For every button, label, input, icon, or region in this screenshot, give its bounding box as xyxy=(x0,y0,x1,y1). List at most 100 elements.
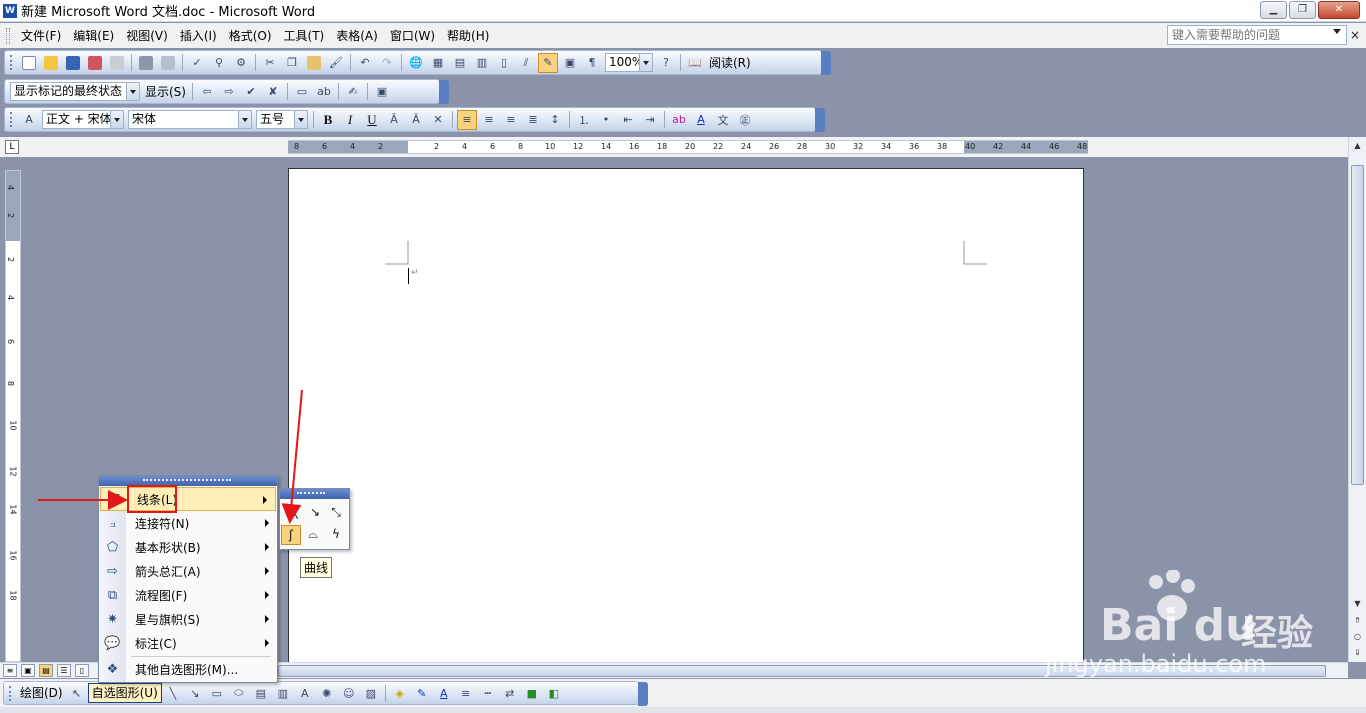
email-icon[interactable] xyxy=(107,53,127,73)
paste-icon[interactable] xyxy=(304,53,324,73)
highlight-icon[interactable]: ab xyxy=(314,82,334,102)
chevron-down-icon[interactable] xyxy=(238,111,251,128)
diagram-icon[interactable]: ✺ xyxy=(317,683,337,703)
char-shading-icon[interactable]: Ā xyxy=(406,110,426,130)
autoshapes-menu-item[interactable]: ✷ 星与旗帜(S) xyxy=(99,607,277,631)
save-icon[interactable] xyxy=(63,53,83,73)
print-layout-view-icon[interactable]: ▤ xyxy=(39,664,53,677)
chevron-down-icon[interactable] xyxy=(110,111,123,128)
style-combo[interactable]: 正文 + 宋体 xyxy=(42,110,124,129)
shadow-style-icon[interactable]: ■ xyxy=(522,683,542,703)
enclose-char-icon[interactable]: ㊣ xyxy=(735,110,755,130)
normal-view-icon[interactable]: ≡ xyxy=(3,664,17,677)
read-button[interactable]: 阅读(R) xyxy=(706,53,754,73)
menubar-grip[interactable] xyxy=(6,27,10,44)
horizontal-ruler[interactable]: L 8 6 4 2 2 4 6 8 10 12 14 16 18 20 22 24 26 28 30 32 34 36 38… xyxy=(0,137,1366,157)
menu-help[interactable]: 帮助(H) xyxy=(441,26,495,46)
menu-tools[interactable]: 工具(T) xyxy=(278,26,331,46)
oval-tool-icon[interactable]: ⬭ xyxy=(229,683,249,703)
print-icon[interactable] xyxy=(136,53,156,73)
curve-icon[interactable]: ʃ xyxy=(281,525,301,545)
vertical-scrollbar[interactable]: ▲ ▼ ⇑ ○ ⇓ xyxy=(1348,137,1366,662)
menu-file[interactable]: 文件(F) xyxy=(15,26,67,46)
insert-table-icon[interactable]: ▤ xyxy=(450,53,470,73)
textbox-icon[interactable]: ▤ xyxy=(251,683,271,703)
char-scale-icon[interactable]: ✕ xyxy=(428,110,448,130)
menu-table[interactable]: 表格(A) xyxy=(330,26,384,46)
wordart-icon[interactable]: A xyxy=(295,683,315,703)
bullets-icon[interactable]: • xyxy=(596,110,616,130)
arrow-style-icon[interactable]: ⇄ xyxy=(500,683,520,703)
decrease-indent-icon[interactable]: ⇤ xyxy=(618,110,638,130)
font-color-draw-icon[interactable]: A xyxy=(434,683,454,703)
picture-icon[interactable]: ▨ xyxy=(361,683,381,703)
autoshapes-menu-item[interactable]: 💬 标注(C) xyxy=(99,631,277,655)
submenu-tear-off-handle[interactable] xyxy=(280,489,349,499)
copy-icon[interactable]: ❐ xyxy=(282,53,302,73)
vertical-textbox-icon[interactable]: ▥ xyxy=(273,683,293,703)
document-close-button[interactable]: × xyxy=(1350,28,1360,42)
track-changes-icon[interactable]: ✍ xyxy=(343,82,363,102)
format-painter-icon[interactable]: 🖌 xyxy=(326,53,346,73)
rectangle-tool-icon[interactable]: ▭ xyxy=(207,683,227,703)
drawing-toggle-icon[interactable]: ✎ xyxy=(538,52,558,73)
distributed-icon[interactable]: ≣ xyxy=(523,110,543,130)
double-arrow-line-icon[interactable]: ⤡ xyxy=(326,503,346,523)
open-folder-icon[interactable] xyxy=(41,53,61,73)
toolbar-options-icon[interactable] xyxy=(638,682,648,706)
highlight-color-icon[interactable]: ab xyxy=(669,110,689,130)
menu-view[interactable]: 视图(V) xyxy=(120,26,174,46)
previous-page-icon[interactable]: ⇑ xyxy=(1350,614,1365,628)
chevron-down-icon[interactable] xyxy=(126,83,139,100)
insert-excel-icon[interactable]: ▥ xyxy=(472,53,492,73)
help-dropdown-icon[interactable] xyxy=(1333,29,1341,34)
cut-icon[interactable]: ✂ xyxy=(260,53,280,73)
columns-icon[interactable]: ▯ xyxy=(494,53,514,73)
next-change-icon[interactable]: ⇨ xyxy=(219,82,239,102)
font-color-icon[interactable]: A xyxy=(691,110,711,130)
restore-button[interactable]: ❐ xyxy=(1289,1,1316,19)
scribble-icon[interactable]: ϟ xyxy=(326,525,346,545)
bold-button[interactable]: B xyxy=(318,110,338,130)
web-view-icon[interactable]: ▣ xyxy=(21,664,35,677)
arrow-tool-icon[interactable]: ↘ xyxy=(185,683,205,703)
menu-window[interactable]: 窗口(W) xyxy=(384,26,441,46)
align-right-icon[interactable]: ≡ xyxy=(501,110,521,130)
numbering-icon[interactable]: ⒈ xyxy=(574,110,594,130)
drawing-icon[interactable]: ⫽ xyxy=(516,53,536,73)
menu-edit[interactable]: 编辑(E) xyxy=(67,26,120,46)
help-icon[interactable]: ? xyxy=(656,53,676,73)
autoshapes-menu-item[interactable]: ⟓ 连接符(N) xyxy=(99,511,277,535)
scroll-up-icon[interactable]: ▲ xyxy=(1350,139,1365,153)
document-map-icon[interactable]: ▣ xyxy=(560,53,580,73)
styles-pane-icon[interactable]: A xyxy=(19,110,39,130)
vertical-ruler[interactable]: 4 2 2 4 6 8 10 12 14 16 18 xyxy=(5,170,21,662)
line-spacing-icon[interactable]: ↕ xyxy=(545,110,565,130)
hyperlink-icon[interactable]: 🌐 xyxy=(406,53,426,73)
show-hide-icon[interactable]: ¶ xyxy=(582,53,602,73)
show-markup-button[interactable]: 显示(S) xyxy=(142,82,189,102)
increase-indent-icon[interactable]: ⇥ xyxy=(640,110,660,130)
italic-button[interactable]: I xyxy=(340,110,360,130)
previous-change-icon[interactable]: ⇦ xyxy=(197,82,217,102)
align-center-icon[interactable]: ≡ xyxy=(479,110,499,130)
reject-change-icon[interactable]: ✘ xyxy=(263,82,283,102)
menu-tear-off-handle[interactable] xyxy=(99,476,277,486)
autoshapes-menu-item[interactable]: ⬠ 基本形状(B) xyxy=(99,535,277,559)
help-search-input[interactable]: 键入需要帮助的问题 xyxy=(1167,25,1347,45)
next-page-icon[interactable]: ⇓ xyxy=(1350,646,1365,660)
undo-icon[interactable]: ↶ xyxy=(355,53,375,73)
document-page[interactable] xyxy=(288,168,1084,668)
font-combo[interactable]: 宋体 xyxy=(128,110,252,129)
font-size-combo[interactable]: 五号 xyxy=(256,110,308,129)
menu-format[interactable]: 格式(O) xyxy=(223,26,278,46)
toolbar-handle[interactable] xyxy=(10,55,13,70)
char-border-icon[interactable]: Ā xyxy=(384,110,404,130)
3d-style-icon[interactable]: ◧ xyxy=(544,683,564,703)
reading-view-icon[interactable]: ▯ xyxy=(75,664,89,677)
chevron-down-icon[interactable] xyxy=(294,111,307,128)
accept-change-icon[interactable]: ✔ xyxy=(241,82,261,102)
fill-color-icon[interactable]: ◈ xyxy=(390,683,410,703)
autoshapes-menu-item[interactable]: ❖ 其他自选图形(M)... xyxy=(99,656,277,681)
zoom-combo[interactable]: 100% xyxy=(605,53,653,72)
